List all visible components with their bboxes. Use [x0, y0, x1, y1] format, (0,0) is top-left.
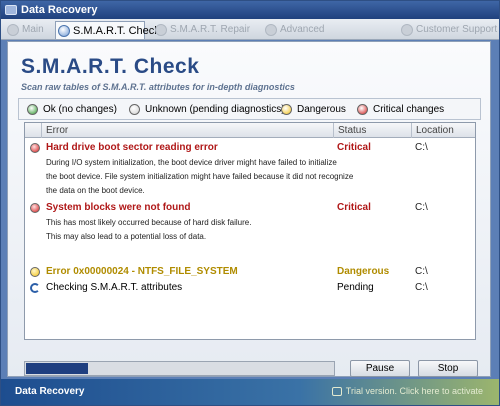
table-row[interactable]: Checking S.M.A.R.T. attributes Pending C… [25, 281, 475, 297]
status-footer: Data Recovery Trial version. Click here … [1, 379, 499, 405]
title-bar: Data Recovery [1, 1, 499, 19]
pause-button[interactable]: Pause [350, 360, 410, 377]
error-description: the boot device. File system initializat… [46, 172, 354, 181]
scan-progress-bar [24, 361, 335, 376]
critical-status-icon [30, 203, 40, 213]
legend-critical: Critical changes [357, 103, 444, 117]
location-value: C:\ [415, 266, 428, 277]
location-value: C:\ [415, 202, 428, 213]
column-header-location[interactable]: Location [411, 123, 475, 138]
error-description: the data on the boot device. [46, 186, 145, 195]
tab-smart-repair[interactable]: S.M.A.R.T. Repair [153, 21, 253, 39]
errors-table[interactable]: Error Status Location Hard drive boot se… [24, 122, 476, 340]
tab-advanced[interactable]: Advanced [263, 21, 343, 39]
error-title: Error 0x00000024 - NTFS_FILE_SYSTEM [46, 266, 238, 277]
page-title: S.M.A.R.T. Check [21, 55, 200, 78]
page-subtitle: Scan raw tables of S.M.A.R.T. attributes… [21, 82, 295, 92]
advanced-icon [265, 24, 277, 36]
error-description: During I/O system initialization, the bo… [46, 158, 337, 167]
support-icon [401, 24, 413, 36]
table-header: Error Status Location [25, 123, 475, 138]
tab-bar: Main S.M.A.R.T. Check S.M.A.R.T. Repair … [1, 19, 499, 40]
tab-main[interactable]: Main [5, 21, 51, 39]
column-header-error[interactable]: Error [41, 123, 333, 138]
main-panel: S.M.A.R.T. Check Scan raw tables of S.M.… [7, 41, 491, 377]
dangerous-status-icon [281, 104, 292, 115]
critical-status-icon [30, 143, 40, 153]
footer-app-name: Data Recovery [15, 386, 85, 397]
status-value: Pending [337, 282, 374, 293]
stop-button[interactable]: Stop [418, 360, 478, 377]
status-value: Critical [337, 202, 371, 213]
window-title: Data Recovery [21, 4, 98, 16]
critical-status-icon [357, 104, 368, 115]
key-icon [331, 387, 342, 396]
unknown-status-icon [129, 104, 140, 115]
error-description: This may also lead to a potential loss o… [46, 232, 207, 241]
location-value: C:\ [415, 142, 428, 153]
ok-status-icon [27, 104, 38, 115]
status-value: Dangerous [337, 266, 390, 277]
table-row[interactable]: Error 0x00000024 - NTFS_FILE_SYSTEM Dang… [25, 265, 475, 281]
progress-fill [26, 363, 88, 374]
error-title: Checking S.M.A.R.T. attributes [46, 282, 183, 293]
app-window: Data Recovery Main S.M.A.R.T. Check S.M.… [0, 0, 500, 406]
status-legend: Ok (no changes) Unknown (pending diagnos… [18, 98, 481, 120]
legend-ok: Ok (no changes) [27, 103, 117, 117]
home-icon [7, 24, 19, 36]
table-row[interactable]: System blocks were not found This has mo… [25, 199, 475, 247]
status-value: Critical [337, 142, 371, 153]
dangerous-status-icon [30, 267, 40, 277]
tab-smart-check[interactable]: S.M.A.R.T. Check [55, 21, 160, 39]
error-description: This has most likely occurred because of… [46, 218, 252, 227]
activate-link[interactable]: Trial version. Click here to activate [331, 386, 483, 396]
tab-customer-support[interactable]: Customer Support [399, 21, 497, 39]
spinner-icon [30, 283, 40, 293]
column-header-status[interactable]: Status [333, 123, 411, 138]
table-row[interactable]: Hard drive boot sector reading error Dur… [25, 139, 475, 199]
smart-check-icon [58, 25, 70, 37]
error-title: Hard drive boot sector reading error [46, 142, 218, 153]
legend-unknown: Unknown (pending diagnostics) [129, 103, 285, 117]
app-icon [5, 5, 17, 15]
repair-icon [155, 24, 167, 36]
error-title: System blocks were not found [46, 202, 191, 213]
location-value: C:\ [415, 282, 428, 293]
legend-dangerous: Dangerous [281, 103, 346, 117]
